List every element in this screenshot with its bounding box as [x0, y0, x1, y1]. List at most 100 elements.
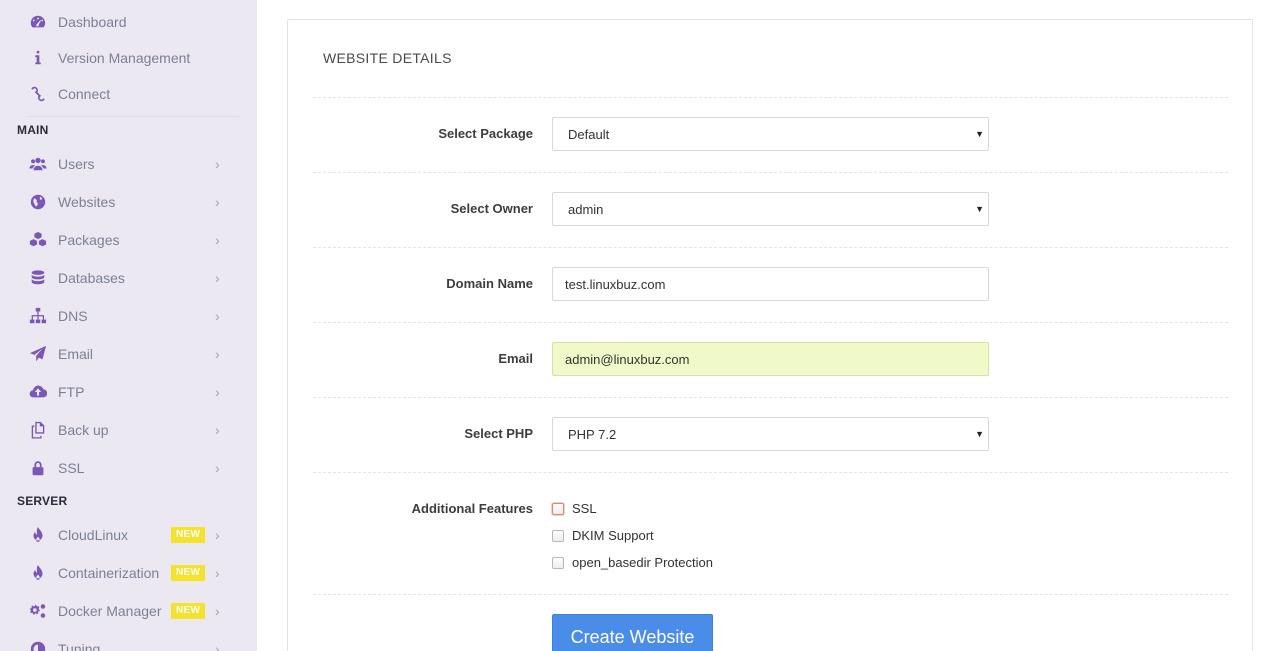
cogs-icon: [27, 601, 49, 621]
copy-icon: [27, 420, 49, 440]
ssl-checkbox[interactable]: [552, 502, 564, 515]
open-basedir-option[interactable]: open_basedir Protection: [552, 555, 713, 570]
sidebar-item-databases[interactable]: Databases ›: [0, 260, 257, 296]
new-badge: NEW: [171, 603, 206, 619]
new-badge: NEW: [171, 527, 206, 543]
email-label: Email: [498, 351, 533, 366]
owner-select-value: admin: [568, 201, 604, 217]
dashboard-icon: [27, 12, 49, 32]
paper-plane-icon: [27, 344, 49, 364]
sidebar-item-label: Tuning: [58, 641, 101, 651]
divider: [313, 172, 1228, 173]
dkim-option-label: DKIM Support: [572, 528, 654, 543]
caret-down-icon: ▼: [975, 129, 984, 139]
divider: [313, 472, 1228, 473]
globe-icon: [27, 192, 49, 212]
package-select-value: Default: [568, 126, 610, 142]
chevron-right-icon: ›: [215, 527, 220, 543]
divider: [313, 397, 1228, 398]
sidebar-item-label: Connect: [58, 86, 111, 102]
chevron-right-icon: ›: [215, 270, 220, 286]
sidebar-item-websites[interactable]: Websites ›: [0, 184, 257, 220]
sidebar-item-label: Containerization: [58, 565, 160, 581]
database-icon: [27, 268, 49, 288]
chevron-right-icon: ›: [215, 346, 220, 362]
sidebar-item-backup[interactable]: Back up ›: [0, 412, 257, 448]
link-icon: [27, 84, 49, 104]
divider: [313, 247, 1228, 248]
sidebar-item-email[interactable]: Email ›: [0, 336, 257, 372]
cloud-upload-icon: [27, 382, 49, 402]
open-basedir-checkbox[interactable]: [552, 556, 564, 569]
ssl-option-label: SSL: [572, 501, 597, 516]
open-basedir-option-label: open_basedir Protection: [572, 555, 713, 570]
users-icon: [27, 154, 49, 174]
chevron-right-icon: ›: [215, 565, 220, 581]
sidebar-item-cloudlinux[interactable]: CloudLinux NEW ›: [0, 517, 257, 553]
divider: [313, 322, 1228, 323]
cubes-icon: [27, 230, 49, 250]
package-label: Select Package: [438, 126, 533, 141]
sidebar-item-label: Databases: [58, 270, 125, 286]
sidebar-item-label: SSL: [58, 460, 85, 476]
sidebar: Dashboard Version Management Connect MAI…: [0, 0, 257, 651]
panel-title: WEBSITE DETAILS: [323, 50, 452, 66]
website-details-panel: WEBSITE DETAILS Select Package Default ▼…: [287, 19, 1253, 651]
sidebar-item-label: CloudLinux: [58, 527, 129, 543]
chevron-right-icon: ›: [215, 156, 220, 172]
new-badge: NEW: [171, 565, 206, 581]
sidebar-item-label: FTP: [58, 384, 85, 400]
chevron-right-icon: ›: [215, 422, 220, 438]
sidebar-item-connect[interactable]: Connect: [0, 76, 257, 112]
chevron-right-icon: ›: [215, 460, 220, 476]
owner-select[interactable]: admin ▼: [552, 192, 989, 226]
sidebar-item-label: Users: [58, 156, 95, 172]
sidebar-item-label: Version Management: [58, 50, 191, 66]
info-icon: [27, 48, 49, 68]
sidebar-item-label: Docker Manager: [58, 603, 162, 619]
php-select[interactable]: PHP 7.2 ▼: [552, 417, 989, 451]
dkim-checkbox[interactable]: [552, 529, 564, 542]
sidebar-divider: [27, 116, 239, 117]
sidebar-item-containerization[interactable]: Containerization NEW ›: [0, 555, 257, 591]
sidebar-item-dashboard[interactable]: Dashboard: [0, 4, 257, 40]
sidebar-section-server: SERVER: [17, 494, 68, 508]
chevron-right-icon: ›: [215, 194, 220, 210]
sitemap-icon: [27, 306, 49, 326]
create-website-button[interactable]: Create Website: [552, 614, 713, 651]
domain-label: Domain Name: [446, 276, 533, 291]
chevron-right-icon: ›: [215, 603, 220, 619]
sidebar-item-tuning[interactable]: Tuning ›: [0, 631, 257, 651]
owner-label: Select Owner: [450, 201, 533, 216]
fire-icon: [27, 525, 49, 545]
sidebar-item-version-management[interactable]: Version Management: [0, 40, 257, 76]
php-label: Select PHP: [464, 426, 533, 441]
sidebar-item-packages[interactable]: Packages ›: [0, 222, 257, 258]
php-select-value: PHP 7.2: [568, 426, 617, 442]
fire-icon: [27, 563, 49, 583]
sidebar-item-label: Packages: [58, 232, 120, 248]
email-input[interactable]: admin@linuxbuz.com: [552, 342, 989, 376]
sidebar-item-label: DNS: [58, 308, 88, 324]
sidebar-item-ftp[interactable]: FTP ›: [0, 374, 257, 410]
sidebar-item-label: Email: [58, 346, 94, 362]
sidebar-item-users[interactable]: Users ›: [0, 146, 257, 182]
domain-name-input[interactable]: test.linuxbuz.com: [552, 267, 989, 301]
additional-features-label: Additional Features: [411, 501, 533, 516]
sidebar-item-ssl[interactable]: SSL ›: [0, 450, 257, 486]
sidebar-section-main: MAIN: [17, 123, 49, 137]
sidebar-item-label: Websites: [58, 194, 116, 210]
caret-down-icon: ▼: [975, 429, 984, 439]
ssl-option[interactable]: SSL: [552, 501, 597, 516]
lock-icon: [27, 458, 49, 478]
sidebar-item-docker-manager[interactable]: Docker Manager NEW ›: [0, 593, 257, 629]
sidebar-item-label: Dashboard: [58, 14, 127, 30]
sidebar-item-dns[interactable]: DNS ›: [0, 298, 257, 334]
divider: [313, 97, 1228, 98]
tuning-icon: [27, 639, 49, 651]
chevron-right-icon: ›: [215, 384, 220, 400]
chevron-right-icon: ›: [215, 232, 220, 248]
dkim-option[interactable]: DKIM Support: [552, 528, 654, 543]
package-select[interactable]: Default ▼: [552, 117, 989, 151]
email-value: admin@linuxbuz.com: [565, 351, 690, 367]
